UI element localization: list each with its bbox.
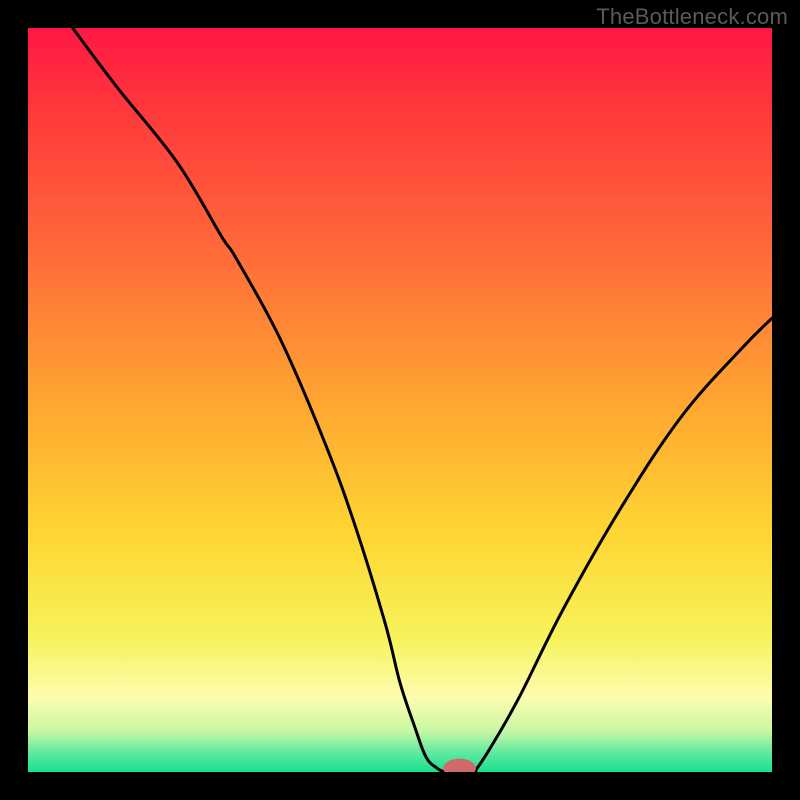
chart-frame: TheBottleneck.com [0,0,800,800]
plot-svg [28,28,772,772]
gradient-rect [28,28,772,772]
watermark-text: TheBottleneck.com [596,4,788,30]
plot-area [28,28,772,772]
